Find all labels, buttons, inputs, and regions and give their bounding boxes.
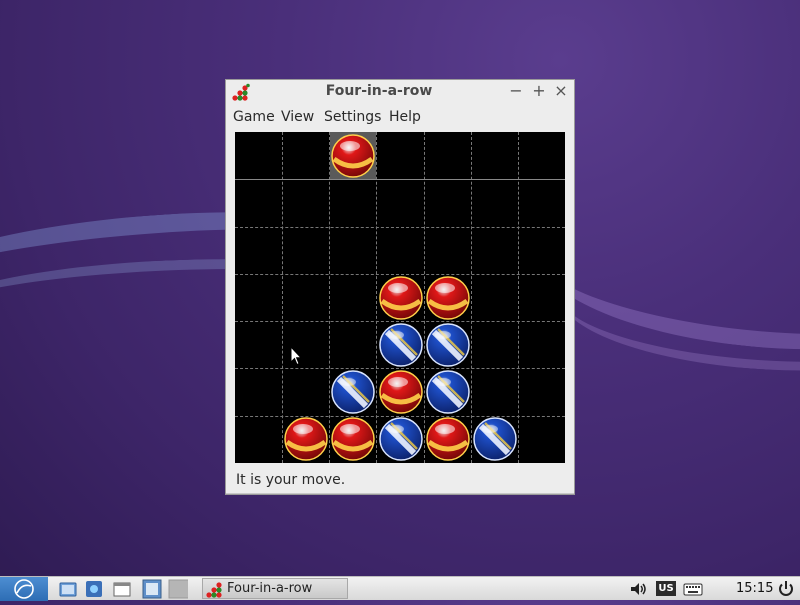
blue-disc (425, 370, 470, 414)
minimize-button[interactable]: − (506, 81, 526, 101)
close-button[interactable]: × (551, 81, 571, 101)
keyboard-icon[interactable] (683, 579, 703, 599)
menu-game[interactable]: Game (233, 109, 275, 125)
taskbar: Four-in-a-row US 15:15 (0, 576, 800, 601)
four-in-a-row-task-icon (206, 582, 222, 598)
window-list-icon[interactable] (112, 579, 132, 599)
red-disc (425, 275, 470, 320)
menu-settings[interactable]: Settings (324, 109, 381, 125)
grid-column-line (517, 132, 519, 463)
grid-column-line (470, 132, 472, 463)
grid-row-line (235, 226, 565, 228)
volume-icon[interactable] (628, 579, 648, 599)
status-message: It is your move. (236, 472, 346, 488)
blue-disc (331, 370, 376, 414)
menu-bar: Game View Settings Help (226, 106, 574, 130)
clock[interactable]: 15:15 (736, 581, 773, 596)
task-label: Four-in-a-row (227, 581, 313, 596)
power-icon[interactable] (776, 579, 796, 599)
start-menu-button[interactable] (0, 577, 48, 601)
show-desktop-icon[interactable] (58, 579, 78, 599)
blue-disc (378, 323, 423, 367)
workspace-2-icon[interactable] (168, 579, 188, 599)
blue-disc (378, 417, 423, 462)
red-disc (425, 417, 470, 462)
red-disc (378, 370, 423, 414)
title-bar[interactable]: Four-in-a-row − + × (226, 80, 574, 104)
lubuntu-logo-icon (14, 579, 34, 599)
status-bar-divider (226, 493, 574, 494)
blue-disc (473, 417, 517, 462)
keyboard-layout-indicator[interactable]: US (656, 581, 676, 596)
menu-view[interactable]: View (281, 109, 314, 125)
window-title: Four-in-a-row (325, 83, 433, 99)
mouse-pointer-icon (290, 346, 302, 366)
file-manager-icon[interactable] (84, 579, 104, 599)
workspace-1-icon[interactable] (142, 579, 162, 599)
grid-row-line (235, 179, 565, 181)
red-disc (284, 417, 328, 462)
red-disc (331, 133, 376, 178)
game-board[interactable] (235, 132, 565, 463)
maximize-button[interactable]: + (529, 81, 549, 101)
taskbar-four-in-a-row-button[interactable]: Four-in-a-row (202, 578, 348, 599)
red-disc (331, 417, 376, 462)
blue-disc (425, 323, 470, 367)
menu-help[interactable]: Help (389, 109, 421, 125)
grid-column-line (282, 132, 284, 463)
red-disc (378, 275, 423, 320)
four-in-a-row-window: Four-in-a-row − + × Game View Settings H… (225, 79, 575, 495)
